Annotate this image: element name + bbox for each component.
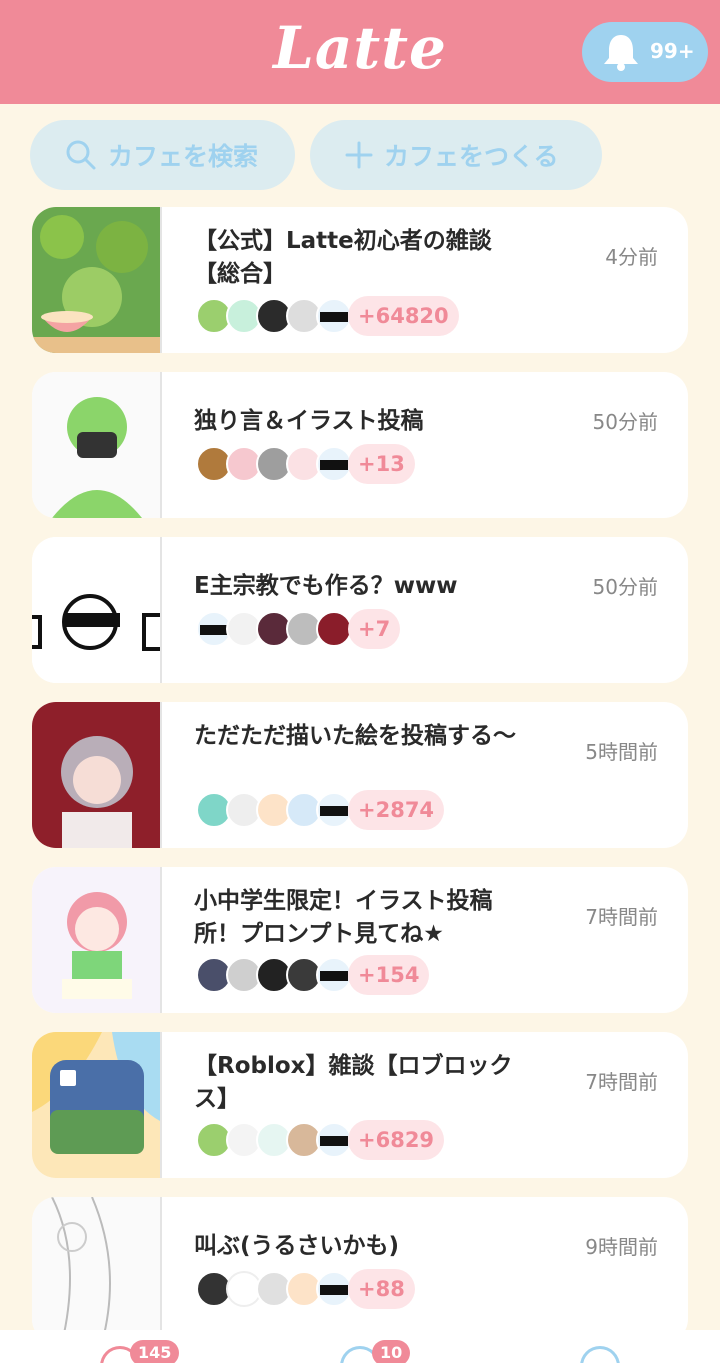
notification-count: 99+ bbox=[650, 39, 695, 63]
cafe-card[interactable]: 【Roblox】雑談【ロブロックス】 7時間前 +6829 bbox=[32, 1032, 688, 1178]
member-avatars: +2874 bbox=[196, 790, 445, 830]
cafe-thumbnail bbox=[32, 1032, 162, 1178]
notifications-button[interactable]: 99+ bbox=[582, 22, 708, 82]
search-icon bbox=[66, 140, 96, 170]
avatar bbox=[316, 792, 352, 828]
cafe-card[interactable]: ただただ描いた絵を投稿する〜 5時間前 +2874 bbox=[32, 702, 688, 848]
tab-home-badge: 145 bbox=[130, 1340, 180, 1363]
search-cafe-button[interactable]: カフェを検索 bbox=[30, 120, 295, 190]
member-count-badge: +2874 bbox=[348, 790, 445, 830]
search-cafe-label: カフェを検索 bbox=[108, 142, 259, 171]
member-count-badge: +64820 bbox=[348, 296, 459, 336]
avatar bbox=[316, 298, 352, 334]
create-cafe-label: カフェをつくる bbox=[384, 142, 559, 171]
avatar bbox=[316, 1271, 352, 1307]
cafe-title: 独り言＆イラスト投稿 bbox=[194, 408, 424, 434]
avatar bbox=[316, 446, 352, 482]
member-avatars: +64820 bbox=[196, 296, 459, 336]
cafe-card[interactable]: E主宗教でも作る？www 50分前 +7 bbox=[32, 537, 688, 683]
cafe-thumbnail bbox=[32, 702, 162, 848]
cafe-thumbnail bbox=[32, 867, 162, 1013]
member-avatars: +13 bbox=[196, 444, 415, 484]
cafe-title: 叫ぶ(うるさいかも) bbox=[194, 1233, 400, 1259]
cafe-card[interactable]: 叫ぶ(うるさいかも) 9時間前 +88 bbox=[32, 1197, 688, 1343]
member-count-badge: +6829 bbox=[348, 1120, 445, 1160]
cafe-updated-time: 7時間前 bbox=[585, 1070, 658, 1094]
bell-icon bbox=[604, 35, 638, 71]
cafe-title: 小中学生限定！イラスト投稿所！プロンプト見てね★ bbox=[194, 888, 493, 947]
cafe-card[interactable]: 【公式】Latte初心者の雑談【総合】 4分前 +64820 bbox=[32, 207, 688, 353]
cafe-title: ただただ描いた絵を投稿する〜 bbox=[194, 723, 516, 749]
cafe-updated-time: 9時間前 bbox=[585, 1235, 658, 1259]
avatar bbox=[316, 611, 352, 647]
tab-messages-badge: 10 bbox=[372, 1340, 411, 1363]
cafe-updated-time: 5時間前 bbox=[585, 740, 658, 764]
member-avatars: +6829 bbox=[196, 1120, 445, 1160]
cafe-card[interactable]: 小中学生限定！イラスト投稿所！プロンプト見てね★ 7時間前 +154 bbox=[32, 867, 688, 1013]
member-count-badge: +13 bbox=[348, 444, 415, 484]
cafe-updated-time: 50分前 bbox=[592, 410, 658, 434]
cafe-thumbnail bbox=[32, 537, 162, 683]
avatar bbox=[316, 957, 352, 993]
cafe-updated-time: 50分前 bbox=[592, 575, 658, 599]
member-avatars: +154 bbox=[196, 955, 430, 995]
member-count-badge: +88 bbox=[348, 1269, 415, 1309]
avatar bbox=[316, 1122, 352, 1158]
member-count-badge: +154 bbox=[348, 955, 430, 995]
cafe-thumbnail bbox=[32, 207, 162, 353]
cafe-updated-time: 7時間前 bbox=[585, 905, 658, 929]
cafe-title: E主宗教でも作る？www bbox=[194, 573, 458, 599]
cafe-thumbnail bbox=[32, 372, 162, 518]
member-count-badge: +7 bbox=[348, 609, 401, 649]
cafe-title: 【公式】Latte初心者の雑談【総合】 bbox=[194, 228, 492, 287]
cafe-updated-time: 4分前 bbox=[605, 245, 658, 269]
plus-icon bbox=[345, 141, 373, 169]
member-avatars: +88 bbox=[196, 1269, 415, 1309]
member-avatars: +7 bbox=[196, 609, 401, 649]
create-cafe-button[interactable]: カフェをつくる bbox=[310, 120, 602, 190]
cafe-thumbnail bbox=[32, 1197, 162, 1343]
cafe-card[interactable]: 独り言＆イラスト投稿 50分前 +13 bbox=[32, 372, 688, 518]
cafe-title: 【Roblox】雑談【ロブロックス】 bbox=[194, 1053, 513, 1112]
app-header: Latte 99+ bbox=[0, 0, 720, 104]
